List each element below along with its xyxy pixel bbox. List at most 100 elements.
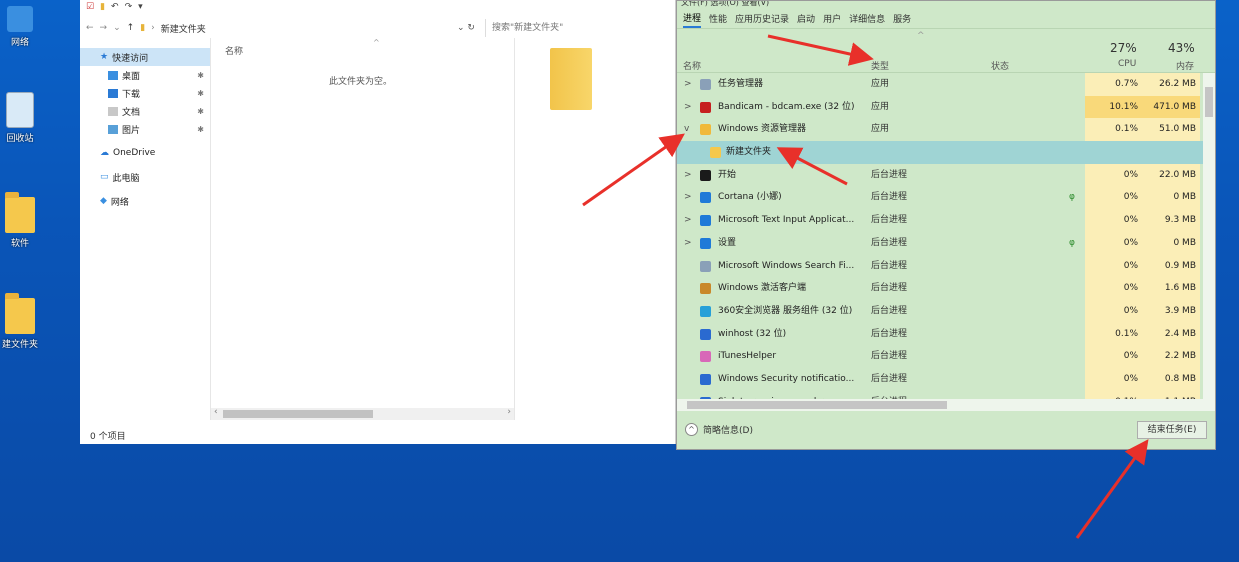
search-input[interactable]: 搜索"新建文件夹" xyxy=(485,19,675,37)
process-cpu: 0% xyxy=(1085,186,1142,210)
horizontal-scrollbar[interactable]: ‹ › xyxy=(211,407,514,420)
expand-chevron-icon[interactable]: v xyxy=(684,118,689,141)
pin-icon[interactable]: ✱ xyxy=(197,71,204,80)
scroll-thumb[interactable] xyxy=(223,410,373,418)
process-row[interactable]: > 设置 后台进程 φ 0% 0 MB xyxy=(677,231,1203,255)
up-arrow-icon[interactable]: ↑ xyxy=(127,23,135,33)
process-list[interactable]: > 任务管理器 应用 0.7% 26.2 MB > Bandicam - bdcam.exe… xyxy=(677,73,1203,399)
breadcrumb-current[interactable]: 新建文件夹 xyxy=(161,22,206,35)
process-icon xyxy=(700,260,711,272)
expand-chevron-icon[interactable]: > xyxy=(684,73,692,96)
qat-dropdown-icon[interactable]: ▾ xyxy=(138,2,143,12)
tab-startup[interactable]: 启动 xyxy=(797,10,815,27)
process-row[interactable]: 新建文件夹 xyxy=(677,141,1203,164)
process-row[interactable]: Sink to receive asynchronous ...后台进程 0.1%… xyxy=(677,390,1203,399)
undo-icon[interactable]: ↶ xyxy=(111,2,119,12)
process-row[interactable]: Microsoft Windows Search Fi... 后台进程 0% 0.9 … xyxy=(677,254,1203,278)
process-name: iTunesHelper xyxy=(718,351,777,362)
desktop-icon-software-folder[interactable]: 软件 xyxy=(0,192,40,249)
process-row[interactable]: Windows Security notificatio... 后台进程 0% 0.8… xyxy=(677,367,1203,391)
nav-documents[interactable]: 文档 ✱ xyxy=(80,102,210,120)
tab-performance[interactable]: 性能 xyxy=(709,10,727,27)
vertical-scrollbar[interactable] xyxy=(1203,73,1215,399)
process-row[interactable]: 360安全浏览器 服务组件 (32 位) 后台进程 0% 3.9 MB xyxy=(677,299,1203,323)
nav-label: 桌面 xyxy=(122,71,141,82)
column-header-type[interactable]: 类型 xyxy=(871,59,889,72)
process-cpu: 0% xyxy=(1085,231,1142,255)
scroll-right-icon[interactable]: › xyxy=(507,407,511,417)
nav-onedrive[interactable]: ☁ OneDrive xyxy=(80,144,210,162)
desktop-icon-network[interactable]: 网络 xyxy=(0,6,40,48)
process-icon xyxy=(700,79,711,90)
back-arrow-icon[interactable]: ← xyxy=(86,23,94,33)
desktop-icon-label: 建文件夹 xyxy=(1,340,38,350)
picture-folder-icon xyxy=(108,124,118,134)
process-type: 应用 xyxy=(871,124,890,135)
process-row[interactable]: > 任务管理器 应用 0.7% 26.2 MB xyxy=(677,73,1203,96)
column-header-memory[interactable]: 内存 xyxy=(1176,59,1194,72)
nav-this-pc[interactable]: ▭ 此电脑 xyxy=(80,168,210,186)
process-row[interactable]: winhost (32 位) 后台进程 0.1% 2.4 MB xyxy=(677,322,1203,346)
process-cpu: 0% xyxy=(1085,277,1142,300)
forward-arrow-icon[interactable]: → xyxy=(100,23,108,33)
nav-quick-access[interactable]: ★ 快速访问 xyxy=(80,48,210,66)
nav-label: 文档 xyxy=(122,107,141,118)
file-list[interactable]: ^ 名称 此文件夹为空。 ‹ › xyxy=(210,38,515,420)
scroll-thumb[interactable] xyxy=(687,401,947,409)
menu-bar[interactable]: 文件(F) 选项(O) 查看(V) xyxy=(677,1,1215,9)
process-row[interactable]: > Cortana (小娜) 后台进程 φ 0% 0 MB xyxy=(677,186,1203,210)
process-cpu: 0% xyxy=(1085,345,1142,368)
process-name: 新建文件夹 xyxy=(726,147,772,158)
column-header-name[interactable]: 名称 xyxy=(225,44,243,57)
process-row[interactable]: iTunesHelper 后台进程 0% 2.2 MB xyxy=(677,345,1203,368)
nav-downloads[interactable]: 下载 ✱ xyxy=(80,84,210,102)
end-task-button[interactable]: 结束任务(E) xyxy=(1137,421,1207,439)
process-type: 应用 xyxy=(871,101,890,112)
process-row[interactable]: > Bandicam - bdcam.exe (32 位) 应用 10.1% 471.0… xyxy=(677,95,1203,119)
nav-pictures[interactable]: 图片 ✱ xyxy=(80,120,210,138)
nav-label: 图片 xyxy=(122,125,141,136)
fewer-details-button[interactable]: ^ 简略信息(D) xyxy=(685,423,753,436)
process-type: 后台进程 xyxy=(871,237,908,248)
recycle-bin-icon xyxy=(6,92,34,128)
network-icon: ◆ xyxy=(100,196,107,206)
process-row[interactable]: > 开始 后台进程 0% 22.0 MB xyxy=(677,163,1203,187)
expand-chevron-icon[interactable]: > xyxy=(684,96,692,119)
process-row[interactable]: v Windows 资源管理器 应用 0.1% 51.0 MB xyxy=(677,118,1203,142)
tab-users[interactable]: 用户 xyxy=(823,10,841,27)
pin-icon[interactable]: ✱ xyxy=(197,125,204,134)
column-header-name[interactable]: 名称 xyxy=(683,59,701,72)
history-dropdown-icon[interactable]: ⌄ xyxy=(113,23,121,33)
tab-processes[interactable]: 进程 xyxy=(683,9,702,28)
column-header-cpu[interactable]: CPU xyxy=(1118,59,1136,69)
process-type: 后台进程 xyxy=(871,260,908,271)
expand-chevron-icon[interactable]: > xyxy=(684,209,692,232)
tab-details[interactable]: 详细信息 xyxy=(849,10,885,27)
process-row[interactable]: Windows 激活客户端 后台进程 0% 1.6 MB xyxy=(677,277,1203,300)
process-name: Microsoft Windows Search Fi... xyxy=(718,260,855,271)
tab-bar: 进程 性能 应用历史记录 启动 用户 详细信息 服务 xyxy=(677,9,1215,29)
tab-services[interactable]: 服务 xyxy=(893,10,911,27)
tab-app-history[interactable]: 应用历史记录 xyxy=(735,10,789,27)
scroll-left-icon[interactable]: ‹ xyxy=(214,407,218,417)
address-dropdown-icon[interactable]: ⌄ ↻ xyxy=(457,23,475,33)
expand-chevron-icon[interactable]: > xyxy=(684,186,692,209)
nav-desktop[interactable]: 桌面 ✱ xyxy=(80,66,210,84)
pin-icon[interactable]: ✱ xyxy=(197,89,204,98)
process-row[interactable]: > Microsoft Text Input Applicat... 后台进程 0% 9… xyxy=(677,209,1203,232)
redo-icon[interactable]: ↷ xyxy=(125,2,133,12)
pin-icon[interactable]: ✱ xyxy=(197,107,204,116)
expand-chevron-icon[interactable]: > xyxy=(684,164,692,187)
expand-chevron-icon[interactable]: > xyxy=(684,232,692,255)
nav-label: 下载 xyxy=(122,89,141,100)
document-folder-icon xyxy=(108,106,118,116)
nav-network[interactable]: ◆ 网络 xyxy=(80,192,210,210)
desktop-icon-recycle-bin[interactable]: 回收站 xyxy=(0,92,40,144)
folder-small-icon[interactable]: ▮ xyxy=(100,2,105,12)
nav-label: 网络 xyxy=(110,197,129,208)
column-header-status[interactable]: 状态 xyxy=(991,59,1009,72)
check-icon[interactable]: ☑ xyxy=(86,2,94,12)
scroll-thumb[interactable] xyxy=(1205,87,1213,117)
empty-folder-message: 此文件夹为空。 xyxy=(329,77,393,87)
desktop-icon-new-folder[interactable]: 建文件夹 xyxy=(0,293,40,350)
